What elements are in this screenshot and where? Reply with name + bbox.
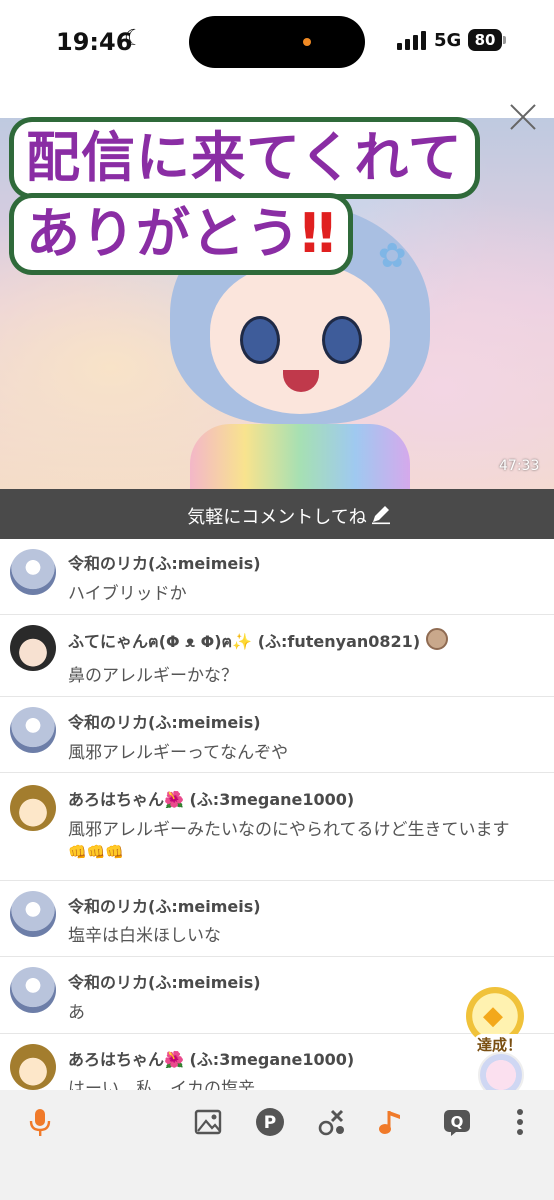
stream-caption-text: ありがとう <box>26 202 301 265</box>
signal-icon <box>397 30 429 50</box>
question-icon[interactable]: Q <box>441 1106 473 1138</box>
bottom-toolbar: P Q <box>0 1090 554 1200</box>
stream-caption-line1: 配信に来てくれて <box>14 122 475 194</box>
svg-text:Q: Q <box>451 1113 464 1131</box>
comment-text: 塩辛は白米ほしいな <box>68 926 221 946</box>
avatar[interactable] <box>10 785 56 831</box>
avatar[interactable] <box>10 625 56 671</box>
avatar[interactable] <box>10 967 56 1013</box>
music-note-icon[interactable] <box>376 1106 408 1138</box>
comment-text: ハイブリッドか <box>68 584 187 604</box>
svg-text:P: P <box>264 1113 276 1133</box>
stream-elapsed-time: 47:33 <box>499 458 540 474</box>
comment-input-bar[interactable]: 気軽にコメントしてね <box>0 489 554 539</box>
status-time: 19:46 <box>56 28 133 56</box>
comment-placeholder: 気軽にコメントしてね <box>187 507 367 528</box>
comment-text: あ <box>68 1003 85 1023</box>
battery-cap <box>503 36 506 44</box>
moon-icon: ☾ <box>124 26 144 51</box>
recording-dot-icon <box>303 38 311 46</box>
status-bar: 19:46 ☾ 5G 80 <box>0 0 554 84</box>
comment-author: 令和のリカ(ふ:meimeis) <box>68 897 261 916</box>
avatar[interactable] <box>10 891 56 937</box>
comment-row: 令和のリカ(ふ:meimeis) ハイブリッドか <box>0 539 554 615</box>
microphone-icon[interactable] <box>24 1106 56 1138</box>
avatar[interactable] <box>10 549 56 595</box>
comment-author: あろはちゃん🌺 (ふ:3megane1000) <box>68 1050 355 1069</box>
comment-author: 令和のリカ(ふ:meimeis) <box>68 554 261 573</box>
battery-icon: 80 <box>468 29 502 51</box>
level-badge-icon <box>426 628 449 650</box>
sticker-icon[interactable] <box>316 1106 348 1138</box>
comment-row: 令和のリカ(ふ:meimeis) 塩辛は白米ほしいな <box>0 881 554 957</box>
comment-text: はーい、私、イカの塩辛 <box>68 1079 255 1090</box>
hair-flower-icon: ✿ <box>378 236 407 276</box>
comment-row: あろはちゃん🌺 (ふ:3megane1000) はーい、私、イカの塩辛 <box>0 1034 554 1090</box>
avatar[interactable] <box>10 707 56 753</box>
network-label: 5G <box>434 30 462 51</box>
avatar[interactable] <box>10 1044 56 1090</box>
pencil-icon <box>372 506 390 525</box>
comment-author-line: ふてにゃんฅ(Φ ᴥ Φ)ฅ✨ (ふ:futenyan0821) <box>68 628 449 655</box>
comment-row: ふてにゃんฅ(Φ ᴥ Φ)ฅ✨ (ふ:futenyan0821) 鼻のアレルギー… <box>0 615 554 697</box>
comment-author: ふてにゃんฅ(Φ ᴥ Φ)ฅ✨ (ふ:futenyan0821) <box>68 632 421 651</box>
comment-text: 風邪アレルギーってなんぞや <box>68 743 289 763</box>
dynamic-island <box>189 16 365 68</box>
stream-video[interactable]: ✿ 配信に来てくれて ありがとう‼ 47:33 <box>0 84 554 489</box>
comment-author: あろはちゃん🌺 (ふ:3megane1000) <box>68 790 355 809</box>
video-top-strip <box>0 84 554 118</box>
comment-author: 令和のリカ(ふ:meimeis) <box>68 973 261 992</box>
close-icon[interactable] <box>504 98 542 136</box>
chick-icon: ◆ <box>483 1001 503 1031</box>
comment-text-emoji: 👊👊👊 <box>68 843 125 861</box>
comment-row: あろはちゃん🌺 (ふ:3megane1000) 風邪アレルギーみたいなのにやられ… <box>0 773 554 881</box>
more-menu-icon[interactable] <box>504 1106 536 1138</box>
image-icon[interactable] <box>193 1106 225 1138</box>
comment-text: 風邪アレルギーみたいなのにやられてるけど生きています <box>68 820 510 840</box>
stream-caption-line2: ありがとう‼ <box>14 198 348 270</box>
comment-author: 令和のリカ(ふ:meimeis) <box>68 713 261 732</box>
points-icon[interactable]: P <box>254 1106 286 1138</box>
comment-row: 令和のリカ(ふ:meimeis) 風邪アレルギーってなんぞや <box>0 697 554 773</box>
comment-text: 鼻のアレルギーかな？ <box>68 666 238 686</box>
stream-caption-exclaim: ‼ <box>301 202 336 265</box>
